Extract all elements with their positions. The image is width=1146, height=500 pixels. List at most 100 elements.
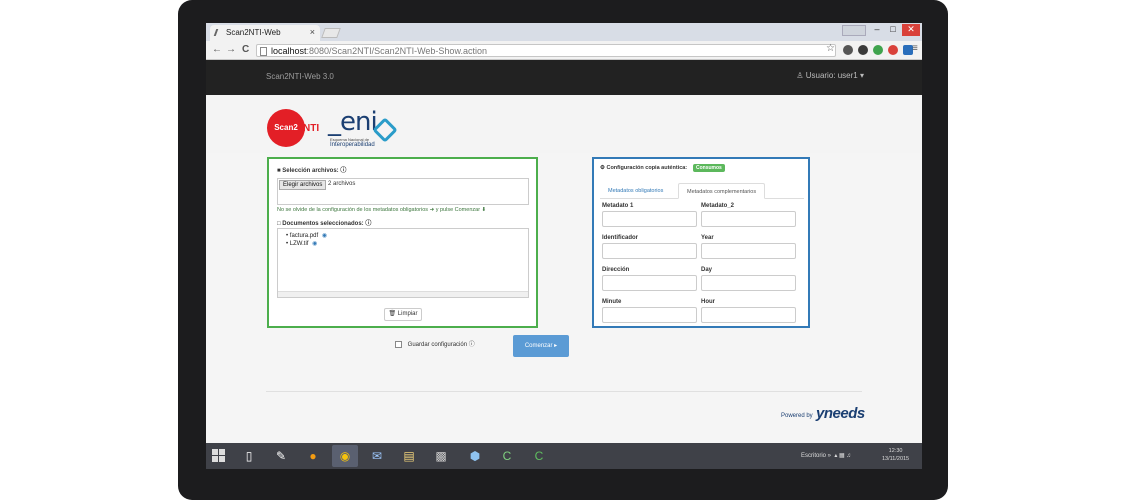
start-button[interactable]: Comenzar ▸ xyxy=(513,335,569,357)
save-config-checkbox[interactable] xyxy=(395,340,402,348)
document-name: LZW.tif xyxy=(289,241,309,247)
identificador-input[interactable] xyxy=(602,243,697,259)
footer-divider xyxy=(266,391,862,392)
tab-title: Scan2NTI-Web xyxy=(226,28,281,37)
list-item: • factura.pdf ◉ xyxy=(286,233,328,239)
maximize-button[interactable]: □ xyxy=(886,24,900,38)
camera-icon: ■ xyxy=(277,168,281,174)
desktop-toolbar-label[interactable]: Escritorio » ▴ ▦ ♫ xyxy=(801,452,851,459)
taskbar-camtasia-recorder-icon[interactable]: C xyxy=(526,445,552,467)
hour-input[interactable] xyxy=(701,307,796,323)
info-icon: ⓘ xyxy=(468,342,475,348)
user-icon: ♙ xyxy=(796,71,804,80)
direccion-input[interactable] xyxy=(602,275,697,291)
consumos-badge[interactable]: Consumos xyxy=(693,164,725,172)
clear-button-label: Limpiar xyxy=(397,311,418,317)
app-brand[interactable]: Scan2NTI-Web 3.0 xyxy=(266,72,334,81)
tab-metadatos-complementarios[interactable]: Metadatos complementarios xyxy=(678,183,766,199)
selection-heading-text: Selección archivos: xyxy=(282,168,339,174)
taskbar-recycle-bin-icon[interactable]: ▯ xyxy=(236,445,262,467)
taskbar-archive-icon[interactable]: ▩ xyxy=(428,445,454,467)
taskbar-virtualbox-icon[interactable]: ⬢ xyxy=(462,445,488,467)
day-input[interactable] xyxy=(701,275,796,291)
gear-icon: ⚙ xyxy=(600,165,605,171)
url-bar[interactable]: localhost:8080/Scan2NTI/Scan2NTI-Web-Sho… xyxy=(256,44,836,57)
taskbar-chrome-icon[interactable]: ◉ xyxy=(332,445,358,467)
minimize-button[interactable]: – xyxy=(870,24,884,38)
trash-icon: 🗑 xyxy=(388,311,397,317)
minute-input[interactable] xyxy=(602,307,697,323)
horizontal-scrollbar[interactable] xyxy=(278,291,528,297)
eye-icon[interactable]: ◉ xyxy=(312,241,317,247)
documents-list[interactable]: • factura.pdf ◉ • LZW.tif ◉ xyxy=(277,228,529,298)
yneeds-logo[interactable]: yneeds xyxy=(816,405,865,422)
screen: Scan2NTI-Web × – □ ✕ ← → C localhost:808… xyxy=(206,23,922,469)
eye-icon[interactable]: ◉ xyxy=(322,233,327,239)
file-selection-panel: ■ Selección archivos: ⓘ Elegir archivos … xyxy=(267,157,538,328)
menu-icon[interactable]: ≡ xyxy=(912,43,918,54)
forward-arrow-icon[interactable]: → xyxy=(226,44,236,55)
field-label-minute: Minute xyxy=(602,299,622,305)
new-tab-button[interactable] xyxy=(321,28,341,38)
field-label-hour: Hour xyxy=(701,299,715,305)
page-favicon-icon xyxy=(213,29,224,36)
document-icon: □ xyxy=(277,221,281,227)
info-icon: ⓘ xyxy=(340,168,347,174)
taskbar-firefox-icon[interactable]: ● xyxy=(300,445,326,467)
shield-extension-icon[interactable] xyxy=(858,45,868,55)
taskbar-notepad-icon[interactable]: ✎ xyxy=(268,445,294,467)
save-config-label: Guardar configuración xyxy=(407,342,468,348)
browser-tab[interactable]: Scan2NTI-Web × xyxy=(210,25,320,41)
field-label-year: Year xyxy=(701,235,714,241)
tab-metadatos-obligatorios[interactable]: Metadatos obligatorios xyxy=(600,183,671,199)
metadata-hint: No se olvide de la configuración de los … xyxy=(277,207,487,213)
scan2nti-logo: Scan2 xyxy=(267,109,305,147)
scan2nti-logo-nti: NTI xyxy=(303,123,320,134)
user-label: Usuario: user1 xyxy=(805,71,858,80)
field-label-day: Day xyxy=(701,267,713,273)
page-icon xyxy=(260,47,267,56)
adblock-extension-icon[interactable] xyxy=(888,45,898,55)
taskbar-camtasia-icon[interactable]: C xyxy=(494,445,520,467)
docs-heading: □ Documentos seleccionados: ⓘ xyxy=(277,218,371,227)
pocket-extension-icon[interactable] xyxy=(843,45,853,55)
selection-heading: ■ Selección archivos: ⓘ xyxy=(277,165,346,174)
files-count: 2 archivos xyxy=(328,181,356,187)
metadato-1-input[interactable] xyxy=(602,211,697,227)
user-menu[interactable]: ♙ Usuario: user1 ▾ xyxy=(796,71,864,80)
info-icon: ⓘ xyxy=(365,221,372,227)
chevron-right-icon: ▸ xyxy=(554,343,558,349)
config-panel: ⚙ Configuración copia auténtica: Consumo… xyxy=(592,157,810,328)
metadato-2-input[interactable] xyxy=(701,211,796,227)
logo-banner: Scan2 NTI _eni Esquema Nacional de Inter… xyxy=(206,95,922,153)
eni-logo-subtitle-2: Interoperabilidad xyxy=(330,142,375,148)
choose-files-button[interactable]: Elegir archivos xyxy=(279,180,327,190)
windows-start-icon[interactable] xyxy=(212,449,226,463)
clock-time: 12:30 xyxy=(888,448,903,454)
profile-button[interactable] xyxy=(842,25,866,36)
list-item: • LZW.tif ◉ xyxy=(286,241,318,247)
eni-logo: _eni xyxy=(328,107,378,137)
browser-tab-strip: Scan2NTI-Web × – □ ✕ xyxy=(206,23,922,41)
reload-icon[interactable]: C xyxy=(242,44,249,55)
powered-by-label: Powered by xyxy=(781,413,813,419)
field-label-metadato-2: Metadato_2 xyxy=(701,203,735,209)
tab-close-icon[interactable]: × xyxy=(310,27,315,37)
page-content: Scan2 NTI _eni Esquema Nacional de Inter… xyxy=(206,95,922,443)
file-input[interactable]: Elegir archivos 2 archivos xyxy=(277,178,529,205)
caret-down-icon: ▾ xyxy=(859,71,864,80)
field-label-direccion: Dirección xyxy=(602,267,630,273)
clear-button[interactable]: 🗑 Limpiar xyxy=(384,308,422,321)
windows-taskbar: ▯ ✎ ● ◉ ✉ ▤ ▩ ⬢ C C Escritorio » ▴ ▦ ♫ 1… xyxy=(206,443,922,469)
browser-toolbar: ← → C localhost:8080/Scan2NTI/Scan2NTI-W… xyxy=(206,41,922,60)
close-window-button[interactable]: ✕ xyxy=(902,24,920,36)
year-input[interactable] xyxy=(701,243,796,259)
bookmark-star-icon[interactable]: ☆ xyxy=(826,43,835,54)
taskbar-thunderbird-icon[interactable]: ✉ xyxy=(364,445,390,467)
system-clock[interactable]: 12:30 13/11/2015 xyxy=(882,447,909,463)
metadata-tabs: Metadatos obligatorios Metadatos complem… xyxy=(600,183,804,199)
config-heading: ⚙ Configuración copia auténtica: xyxy=(600,165,687,171)
back-arrow-icon[interactable]: ← xyxy=(212,44,222,55)
evernote-extension-icon[interactable] xyxy=(873,45,883,55)
taskbar-file-explorer-icon[interactable]: ▤ xyxy=(396,445,422,467)
